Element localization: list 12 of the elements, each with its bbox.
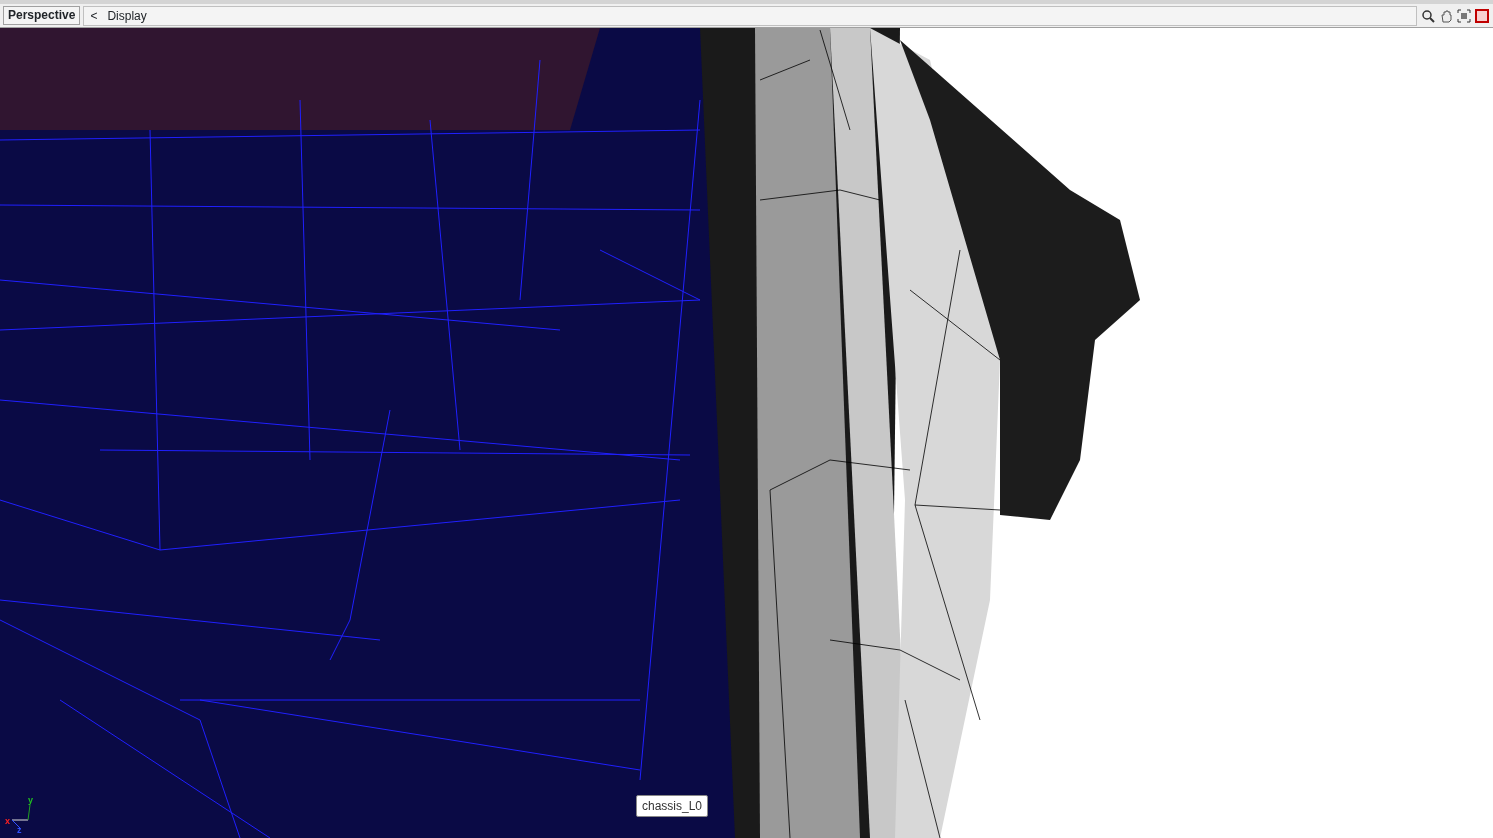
object-name-tooltip: chassis_L0 [636,795,709,817]
maximize-icon[interactable] [1475,8,1489,23]
zoom-icon[interactable] [1421,8,1435,23]
back-arrow[interactable]: < [90,7,98,25]
frame-icon[interactable] [1457,8,1471,23]
y-axis-label: y [28,796,33,805]
axis-gizmo-icon [11,804,31,829]
perspective-button[interactable]: Perspective [3,6,81,25]
hand-icon[interactable] [1439,8,1453,23]
display-menu[interactable]: Display [107,7,147,25]
x-axis-label: x [5,817,10,826]
z-axis-label: z [17,826,22,835]
